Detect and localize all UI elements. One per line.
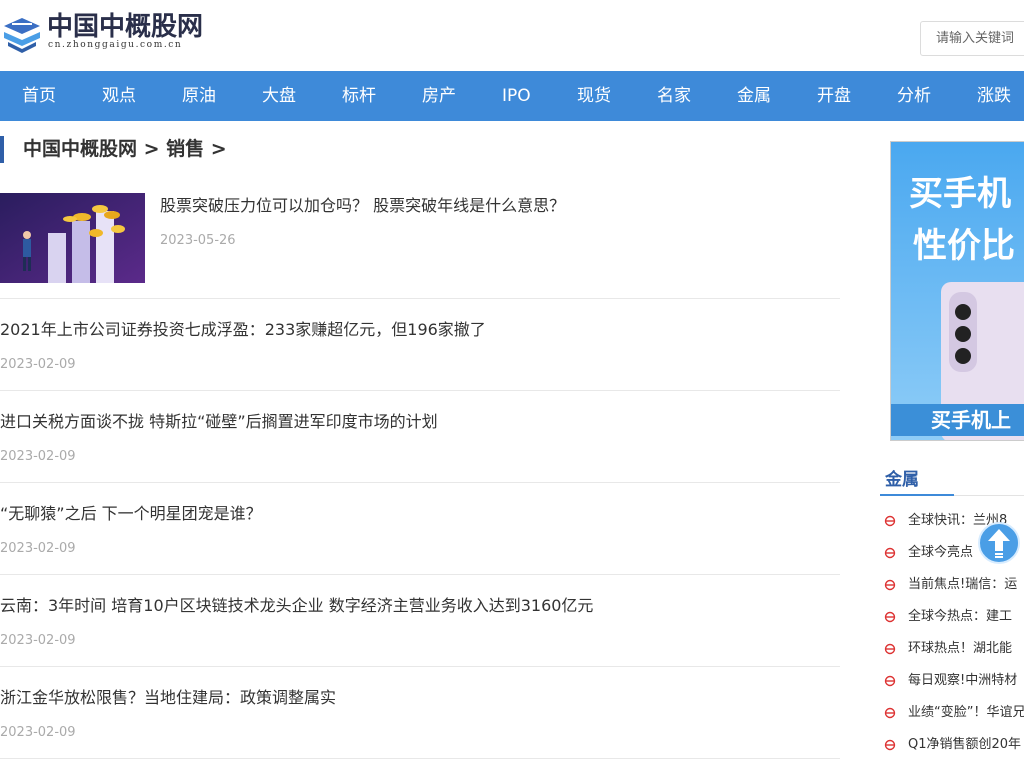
breadcrumb-accent: [0, 136, 4, 163]
article-title[interactable]: 股票突破压力位可以加仓吗？ 股票突破年线是什么意思？: [160, 195, 565, 217]
sidebar-item[interactable]: 全球今热点：建工: [884, 601, 1024, 633]
list-item[interactable]: 股票突破压力位可以加仓吗？ 股票突破年线是什么意思？ 2023-05-26: [0, 175, 840, 299]
sidebar-item[interactable]: 业绩“变脸”！华谊兄: [884, 697, 1024, 729]
back-to-top-button[interactable]: [978, 522, 1020, 564]
nav-item-home[interactable]: 首页: [22, 71, 56, 121]
sidebar-item[interactable]: 环球热点！湖北能: [884, 633, 1024, 665]
article-date: 2023-02-09: [0, 725, 76, 740]
list-item[interactable]: “无聊猿”之后 下一个明星团宠是谁？ 2023-02-09: [0, 483, 840, 575]
search-input[interactable]: 请输入关键词: [920, 21, 1024, 56]
arrow-up-icon: [988, 529, 1010, 558]
article-date: 2023-02-09: [0, 357, 76, 372]
nav-item-metals[interactable]: 金属: [737, 71, 771, 121]
bullet-icon: [884, 547, 896, 559]
nav-item-benchmark[interactable]: 标杆: [342, 71, 376, 121]
sidebar-item-title[interactable]: 全球今亮点: [908, 537, 973, 569]
nav-item-analysis[interactable]: 分析: [897, 71, 931, 121]
nav-item-opening[interactable]: 开盘: [817, 71, 851, 121]
sidebar-item-title[interactable]: 环球热点！湖北能: [908, 633, 1012, 665]
site-header: 中国中概股网 cn.zhonggaigu.com.cn 请输入关键词: [0, 0, 1024, 71]
nav-item-spot[interactable]: 现货: [577, 71, 611, 121]
list-item[interactable]: 浙江金华放松限售？当地住建局：政策调整属实 2023-02-09: [0, 667, 840, 759]
article-date: 2023-02-09: [0, 541, 76, 556]
sidebar-item-title[interactable]: 全球今热点：建工: [908, 601, 1012, 633]
article-date: 2023-02-09: [0, 633, 76, 648]
nav-item-real-estate[interactable]: 房产: [422, 71, 456, 121]
list-item[interactable]: 2021年上市公司证券投资七成浮盈：233家赚超亿元，但196家撤了 2023-…: [0, 299, 840, 391]
logo-mark-icon: [4, 18, 40, 53]
article-title[interactable]: 浙江金华放松限售？当地住建局：政策调整属实: [0, 687, 336, 709]
bullet-icon: [884, 611, 896, 623]
nav-item-market[interactable]: 大盘: [262, 71, 296, 121]
nav-item-ipo[interactable]: IPO: [502, 71, 531, 121]
coins-chart-image: [0, 193, 145, 283]
bullet-icon: [884, 675, 896, 687]
sidebar-item-title[interactable]: 业绩“变脸”！华谊兄: [908, 697, 1024, 729]
list-item[interactable]: 云南：3年时间 培育10户区块链技术龙头企业 数字经济主营业务收入达到3160亿…: [0, 575, 840, 667]
bullet-icon: [884, 515, 896, 527]
sidebar-title-underline: [880, 494, 954, 496]
sidebar-item[interactable]: 每日观察!中洲特材: [884, 665, 1024, 697]
sidebar-header: 金属: [880, 466, 1024, 496]
breadcrumb[interactable]: 中国中概股网 > 销售 >: [23, 136, 227, 163]
nav-item-experts[interactable]: 名家: [657, 71, 691, 121]
bullet-icon: [884, 643, 896, 655]
article-list: 股票突破压力位可以加仓吗？ 股票突破年线是什么意思？ 2023-05-26 20…: [0, 175, 840, 759]
ad-banner[interactable]: 买手机 性价比 买手机上: [890, 141, 1024, 441]
article-title[interactable]: “无聊猿”之后 下一个明星团宠是谁？: [0, 503, 262, 525]
bullet-icon: [884, 739, 896, 751]
main-nav: 首页 观点 原油 大盘 标杆 房产 IPO 现货 名家 金属 开盘 分析 涨跌: [0, 71, 1024, 121]
bullet-icon: [884, 707, 896, 719]
list-item[interactable]: 进口关税方面谈不拢 特斯拉“碰壁”后搁置进军印度市场的计划 2023-02-09: [0, 391, 840, 483]
site-logo[interactable]: 中国中概股网 cn.zhonggaigu.com.cn: [0, 12, 204, 56]
article-thumbnail[interactable]: [0, 193, 145, 283]
article-title[interactable]: 进口关税方面谈不拢 特斯拉“碰壁”后搁置进军印度市场的计划: [0, 411, 438, 433]
nav-item-crude-oil[interactable]: 原油: [182, 71, 216, 121]
sidebar-item-title[interactable]: 每日观察!中洲特材: [908, 665, 1017, 697]
nav-item-opinion[interactable]: 观点: [102, 71, 136, 121]
article-title[interactable]: 2021年上市公司证券投资七成浮盈：233家赚超亿元，但196家撤了: [0, 319, 486, 341]
logo-title: 中国中概股网: [47, 12, 204, 42]
nav-item-price-change[interactable]: 涨跌: [977, 71, 1011, 121]
sidebar-item-title[interactable]: Q1净销售额创20年: [908, 729, 1021, 761]
ad-headline: 买手机: [909, 174, 1011, 214]
sidebar-item[interactable]: 当前焦点!瑞信：运: [884, 569, 1024, 601]
logo-domain: cn.zhonggaigu.com.cn: [48, 40, 183, 50]
article-title[interactable]: 云南：3年时间 培育10户区块链技术龙头企业 数字经济主营业务收入达到3160亿…: [0, 595, 593, 617]
article-date: 2023-02-09: [0, 449, 76, 464]
sidebar-item-title[interactable]: 当前焦点!瑞信：运: [908, 569, 1017, 601]
sidebar-item[interactable]: Q1净销售额创20年: [884, 729, 1024, 761]
ad-footer-text: 买手机上: [931, 408, 1011, 432]
ad-subheadline: 性价比: [913, 226, 1015, 266]
sidebar-title[interactable]: 金属: [885, 468, 919, 492]
article-date: 2023-05-26: [160, 233, 236, 248]
bullet-icon: [884, 579, 896, 591]
